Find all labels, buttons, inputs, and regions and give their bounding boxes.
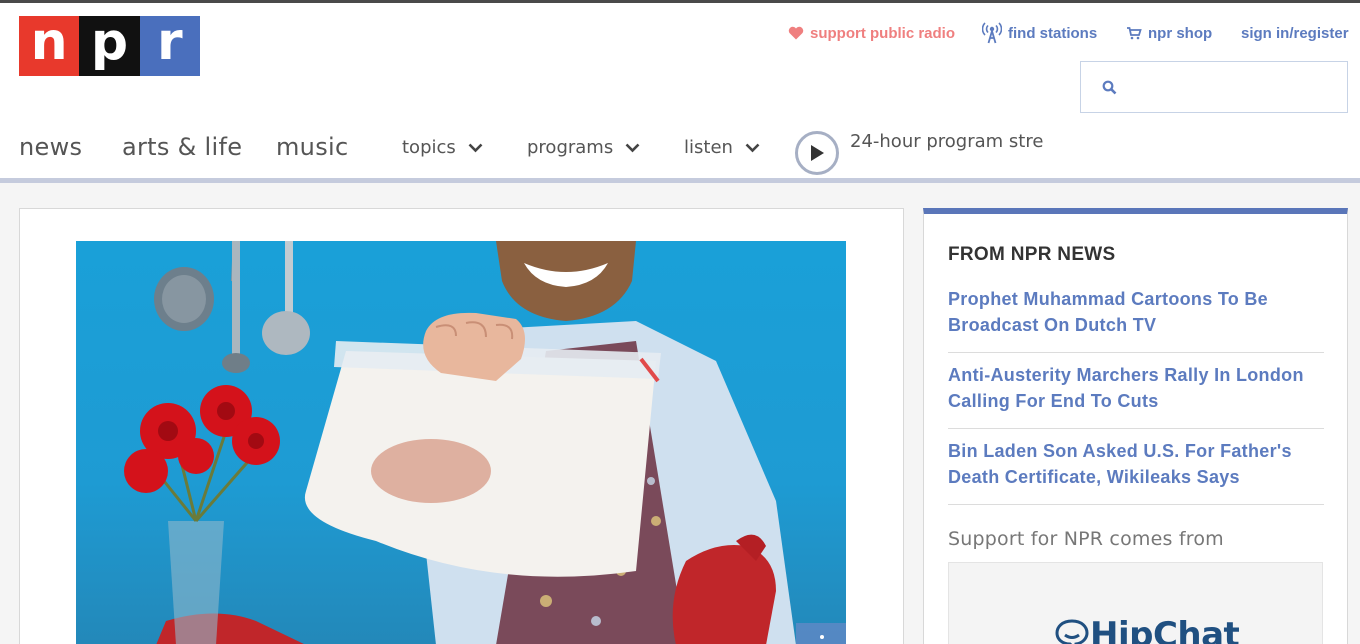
news-story-item: Prophet Muhammad Cartoons To Be Broadcas… — [948, 286, 1324, 353]
chevron-down-icon — [745, 143, 760, 152]
story-photo-illustration — [124, 241, 846, 644]
stream-link[interactable]: 24-hour program stream — [850, 131, 1044, 155]
sign-in-register-link[interactable]: sign in/register — [1241, 24, 1349, 42]
npr-logo[interactable]: n p r — [19, 16, 200, 76]
chevron-down-icon — [625, 143, 640, 152]
sidebar-heading: FROM NPR NEWS — [948, 244, 1116, 265]
site-header: n p r support public radio find stations… — [0, 3, 1360, 178]
news-story-item: Bin Laden Son Asked U.S. For Father's De… — [948, 438, 1324, 505]
chat-bubble-icon — [1055, 619, 1089, 644]
search-input[interactable] — [1127, 78, 1327, 96]
nav-news[interactable]: news — [19, 133, 82, 161]
sponsor-label: Support for NPR comes from — [948, 528, 1224, 550]
nav-programs-label: programs — [527, 137, 614, 158]
nav-listen-label: listen — [684, 137, 733, 158]
nav-programs-dropdown[interactable]: programs — [527, 137, 640, 158]
support-public-radio-link[interactable]: support public radio — [788, 24, 955, 42]
ad-brand-name: HipChat — [1090, 615, 1240, 644]
nav-listen-dropdown[interactable]: listen — [684, 137, 760, 158]
sponsor-ad[interactable]: HipChat — [948, 562, 1323, 644]
npr-shop-link[interactable]: npr shop — [1126, 24, 1212, 42]
from-npr-news-sidebar: FROM NPR NEWS Prophet Muhammad Cartoons … — [923, 208, 1348, 644]
logo-letter-r: r — [139, 16, 200, 76]
news-story-link[interactable]: Prophet Muhammad Cartoons To Be Broadcas… — [948, 286, 1324, 338]
nav-music[interactable]: music — [276, 133, 348, 161]
stream-play-button[interactable] — [795, 131, 839, 175]
search-icon — [1102, 80, 1117, 94]
logo-letter-n: n — [19, 16, 80, 76]
heart-icon — [788, 26, 804, 40]
header-divider — [0, 178, 1360, 183]
find-stations-link[interactable]: find stations — [982, 22, 1098, 44]
featured-story-image[interactable] — [76, 241, 846, 644]
logo-letter-p: p — [79, 16, 140, 76]
news-story-link[interactable]: Bin Laden Son Asked U.S. For Father's De… — [948, 438, 1324, 490]
featured-story-card — [19, 208, 904, 644]
support-label: support public radio — [810, 24, 955, 42]
chevron-down-icon — [468, 143, 483, 152]
shopping-cart-icon — [1127, 27, 1142, 40]
news-story-link[interactable]: Anti-Austerity Marchers Rally In London … — [948, 362, 1324, 414]
find-stations-label: find stations — [1008, 24, 1098, 42]
radio-tower-icon — [982, 22, 1002, 44]
nav-topics-dropdown[interactable]: topics — [402, 137, 483, 158]
news-story-item: Anti-Austerity Marchers Rally In London … — [948, 362, 1324, 429]
search-box[interactable] — [1080, 61, 1348, 113]
nav-topics-label: topics — [402, 137, 456, 158]
stream-label: 24-hour program stream — [850, 131, 1044, 152]
nav-arts-life[interactable]: arts & life — [122, 133, 242, 161]
npr-shop-label: npr shop — [1148, 24, 1213, 42]
hipchat-logo: HipChat — [1054, 615, 1240, 644]
play-icon — [811, 145, 824, 161]
